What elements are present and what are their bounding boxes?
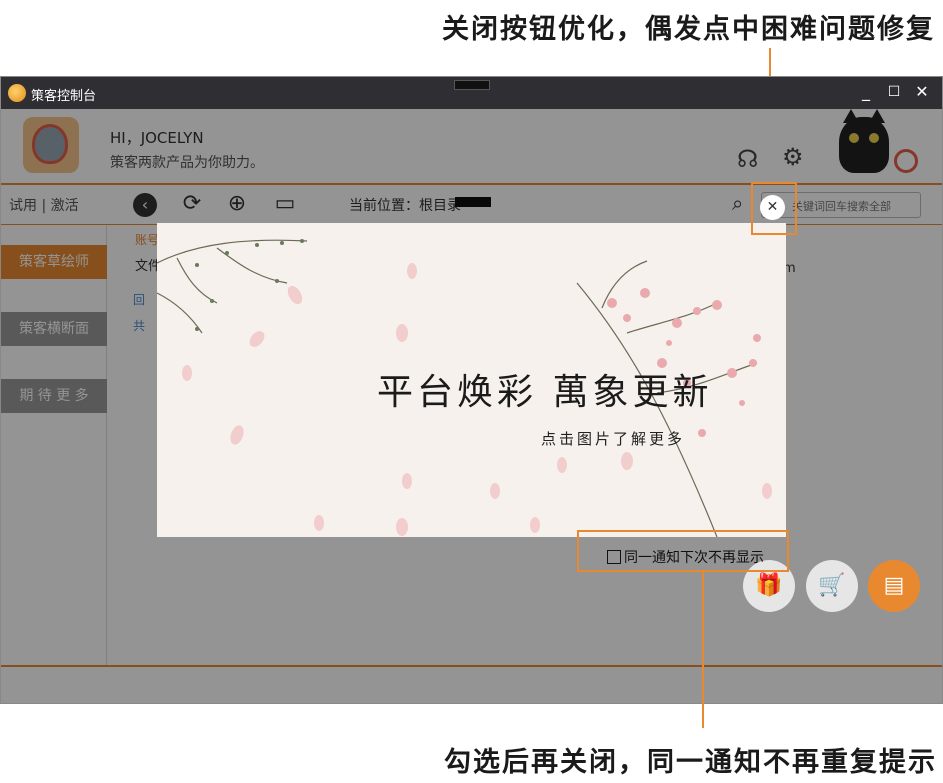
callout-line-bottom: [702, 572, 704, 728]
app-logo-icon: [8, 84, 26, 102]
maximize-button[interactable]: ☐: [884, 82, 904, 102]
promo-banner[interactable]: 平台焕彩 萬象更新 点击图片了解更多: [157, 223, 786, 537]
title-bar: 策客控制台 _ ☐ ✕: [1, 77, 942, 109]
titlebar-notch: [454, 80, 490, 90]
checkbox-highlight: [577, 530, 789, 572]
banner-title: 平台焕彩 萬象更新: [377, 372, 713, 413]
annotation-bottom: 勾选后再关闭，同一通知不再重复提示: [444, 747, 937, 778]
window-title: 策客控制台: [31, 89, 97, 104]
annotation-top: 关闭按钮优化，偶发点中困难问题修复: [442, 14, 935, 45]
close-button-highlight: [751, 182, 797, 235]
window-close-button[interactable]: ✕: [912, 82, 932, 102]
banner-subtitle: 点击图片了解更多: [541, 430, 686, 448]
page: 关闭按钮优化，偶发点中困难问题修复 策客控制台 _ ☐ ✕ HI，JOCELYN…: [0, 0, 943, 783]
minimize-button[interactable]: _: [856, 82, 876, 102]
